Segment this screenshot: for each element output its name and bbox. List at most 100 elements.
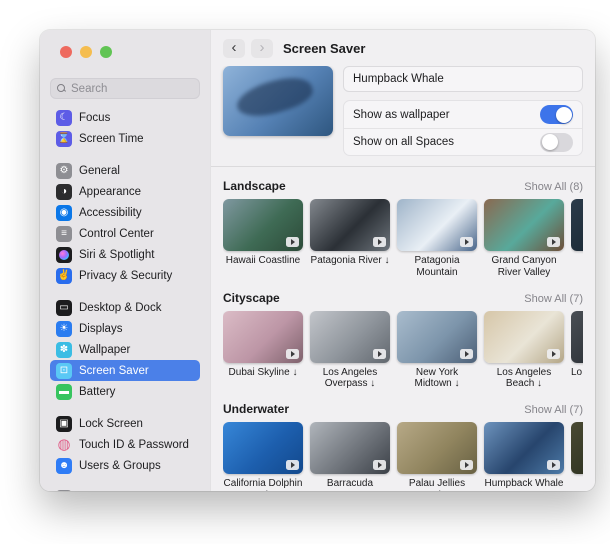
screensaver-thumbnail[interactable] [484, 422, 564, 474]
search-input[interactable] [71, 83, 193, 95]
sidebar-item-label: Displays [79, 323, 122, 335]
sidebar-item-touch-id-password[interactable]: ◍Touch ID & Password [50, 434, 200, 455]
forward-button[interactable]: › [251, 39, 273, 58]
show-on-all-spaces-toggle[interactable] [540, 133, 573, 152]
video-badge-icon [286, 237, 299, 247]
sidebar-item-siri-spotlight[interactable]: Siri & Spotlight [50, 244, 200, 265]
search-field[interactable] [50, 78, 200, 99]
back-button[interactable]: ‹ [223, 39, 245, 58]
show-all-button[interactable]: Show All (8) [524, 181, 583, 193]
screensaver-name-field[interactable]: Humpback Whale [343, 66, 583, 92]
close-button[interactable] [60, 46, 72, 58]
sidebar-item-passwords[interactable]: ✱Passwords [50, 487, 200, 491]
system-settings-window: ☾Focus⌛Screen Time ⚙General◑Appearance◉Ac… [40, 30, 595, 491]
sidebar-item-general[interactable]: ⚙General [50, 160, 200, 181]
section-header: Landscape Show All (8) [223, 179, 583, 193]
play-icon [378, 239, 382, 245]
screensaver-thumbnail[interactable] [571, 311, 583, 363]
main-panel: ‹ › Screen Saver Humpback Whale Show as … [210, 30, 595, 491]
screensaver-thumbnail[interactable] [397, 422, 477, 474]
screensaver-thumbnail[interactable] [310, 199, 390, 251]
sidebar-item-desktop-dock[interactable]: ▭Desktop & Dock [50, 297, 200, 318]
search-icon [57, 84, 66, 93]
screensaver-item-new-york-midtown[interactable]: New York Midtown ↓ [397, 311, 477, 391]
screensaver-sections: Landscape Show All (8) Hawaii Coastline Pat… [211, 166, 595, 491]
play-icon [465, 462, 469, 468]
play-icon [552, 462, 556, 468]
sidebar-item-screen-time[interactable]: ⌛Screen Time [50, 128, 200, 149]
section-title: Cityscape [223, 291, 280, 305]
thumbnail-label: Hawaii Coastline [223, 255, 303, 267]
sidebar-item-screen-saver[interactable]: ⊡Screen Saver [50, 360, 200, 381]
accessibility-icon: ◉ [56, 205, 72, 221]
screensaver-item-california-dolphin-pod[interactable]: California Dolphin Pod ↓ [223, 422, 303, 491]
show-all-button[interactable]: Show All (7) [524, 293, 583, 305]
screensaver-item[interactable] [571, 199, 583, 279]
sidebar-item-label: Battery [79, 386, 115, 398]
page-title: Screen Saver [283, 41, 365, 56]
screensaver-thumbnail[interactable] [223, 311, 303, 363]
screensaver-item[interactable] [571, 422, 583, 491]
screensaver-thumbnail[interactable] [397, 311, 477, 363]
sidebar-item-lock-screen[interactable]: ▣Lock Screen [50, 413, 200, 434]
sidebar-item-label: Siri & Spotlight [79, 249, 154, 261]
minimize-button[interactable] [80, 46, 92, 58]
sidebar-item-wallpaper[interactable]: ✽Wallpaper [50, 339, 200, 360]
video-badge-icon [547, 237, 560, 247]
sidebar-group: ☾Focus⌛Screen Time [50, 107, 200, 149]
screensaver-thumbnail[interactable] [310, 422, 390, 474]
panel-body: Humpback Whale Show as wallpaper Show on… [211, 66, 595, 491]
video-badge-icon [286, 349, 299, 359]
screensaver-item-palau-jellies-dark[interactable]: Palau Jellies Dark ↓ [397, 422, 477, 491]
sidebar-item-focus[interactable]: ☾Focus [50, 107, 200, 128]
screensaver-thumbnail[interactable] [484, 311, 564, 363]
panel-header: ‹ › Screen Saver [211, 30, 595, 66]
sidebar-item-displays[interactable]: ☀Displays [50, 318, 200, 339]
sidebar-item-accessibility[interactable]: ◉Accessibility [50, 202, 200, 223]
show-as-wallpaper-toggle[interactable] [540, 105, 573, 124]
play-icon [378, 462, 382, 468]
screensaver-thumbnail[interactable] [571, 199, 583, 251]
sidebar-item-label: Wallpaper [79, 344, 130, 356]
screensaver-thumbnail[interactable] [397, 199, 477, 251]
play-icon [291, 351, 295, 357]
sidebar-item-appearance[interactable]: ◑Appearance [50, 181, 200, 202]
thumbnail-label: Patagonia River ↓ [310, 255, 390, 267]
screensaver-item-humpback-whale[interactable]: Humpback Whale [484, 422, 564, 491]
sidebar-item-privacy-security[interactable]: ✌Privacy & Security [50, 265, 200, 286]
thumbnail-label: Barracuda Battery [310, 478, 390, 491]
zoom-button[interactable] [100, 46, 112, 58]
toggle-knob [556, 107, 572, 123]
screensaver-thumbnail[interactable] [571, 422, 583, 474]
screensaver-thumbnail[interactable] [484, 199, 564, 251]
screensaver-thumbnail[interactable] [223, 199, 303, 251]
screensaver-thumbnail[interactable] [310, 311, 390, 363]
siri-orb [59, 250, 69, 260]
screensaver-item-hawaii-coastline[interactable]: Hawaii Coastline [223, 199, 303, 279]
screen-time-icon: ⌛ [56, 131, 72, 147]
sidebar-group: ▭Desktop & Dock☀Displays✽Wallpaper⊡Scree… [50, 297, 200, 402]
sidebar-item-control-center[interactable]: ≡Control Center [50, 223, 200, 244]
thumbnail-label: Dubai Skyline ↓ [223, 367, 303, 379]
screensaver-item-dubai-skyline[interactable]: Dubai Skyline ↓ [223, 311, 303, 391]
screensaver-item-los-angeles-overpass[interactable]: Los Angeles Overpass ↓ [310, 311, 390, 391]
screensaver-thumbnail[interactable] [223, 422, 303, 474]
video-badge-icon [373, 349, 386, 359]
sidebar-item-users-groups[interactable]: ☻Users & Groups [50, 455, 200, 476]
screensaver-item-los-angeles-beach[interactable]: Los Angeles Beach ↓ [484, 311, 564, 391]
section-title: Underwater [223, 402, 289, 416]
show-all-button[interactable]: Show All (7) [524, 404, 583, 416]
screensaver-item-patagonia-river[interactable]: Patagonia River ↓ [310, 199, 390, 279]
screensaver-item-patagonia-mountain[interactable]: Patagonia Mountain [397, 199, 477, 279]
sidebar-item-label: General [79, 165, 120, 177]
appearance-icon: ◑ [56, 184, 72, 200]
sidebar-item-battery[interactable]: ▬Battery [50, 381, 200, 402]
play-icon [552, 351, 556, 357]
screensaver-item-barracuda-battery[interactable]: Barracuda Battery [310, 422, 390, 491]
screensaver-item-grand-canyon-river-valley[interactable]: Grand Canyon River Valley [484, 199, 564, 279]
screensaver-preview-image[interactable] [223, 66, 333, 136]
thumbnail-row: California Dolphin Pod ↓ Barracuda Batter… [223, 422, 583, 491]
section-title: Landscape [223, 179, 286, 193]
screensaver-item-lo[interactable]: Lo [571, 311, 583, 391]
sidebar-item-label: Lock Screen [79, 418, 143, 430]
